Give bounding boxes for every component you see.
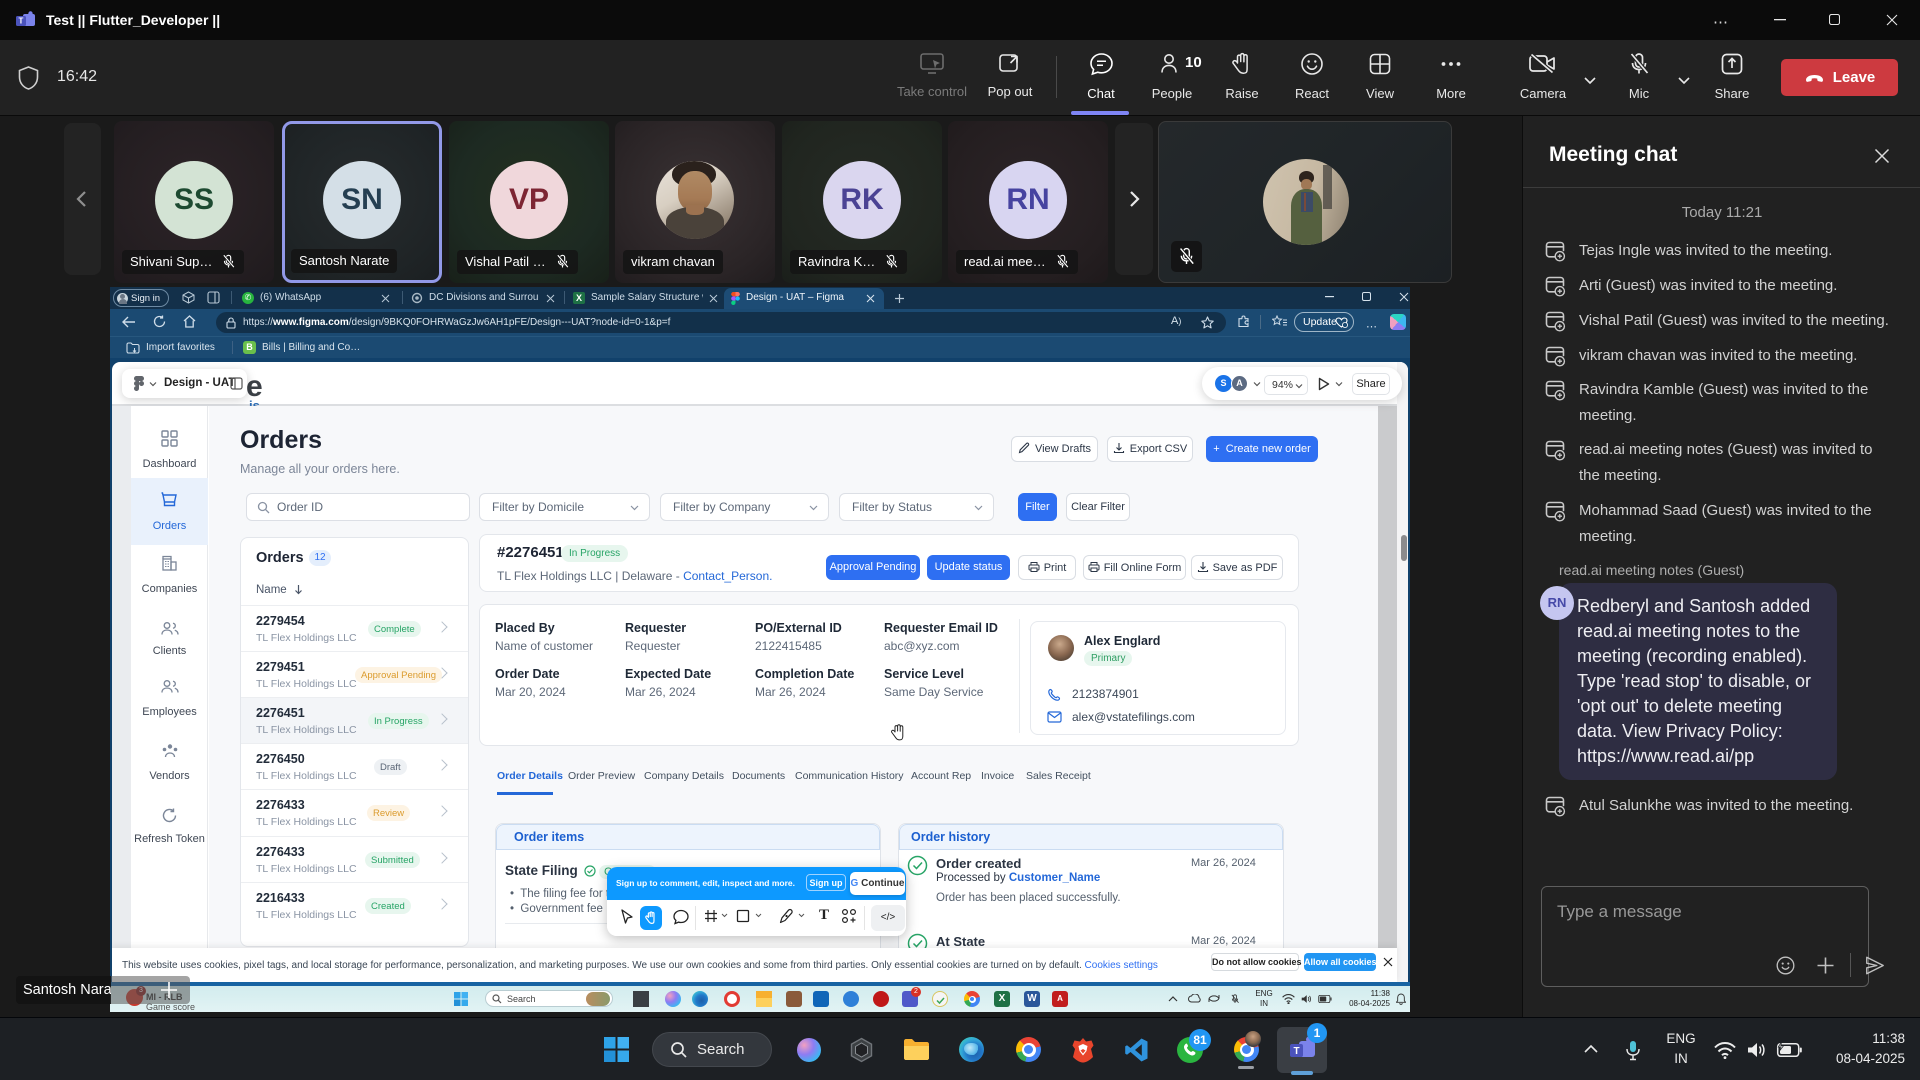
svg-text:T: T bbox=[1293, 1046, 1299, 1057]
svg-text:T: T bbox=[19, 17, 24, 26]
